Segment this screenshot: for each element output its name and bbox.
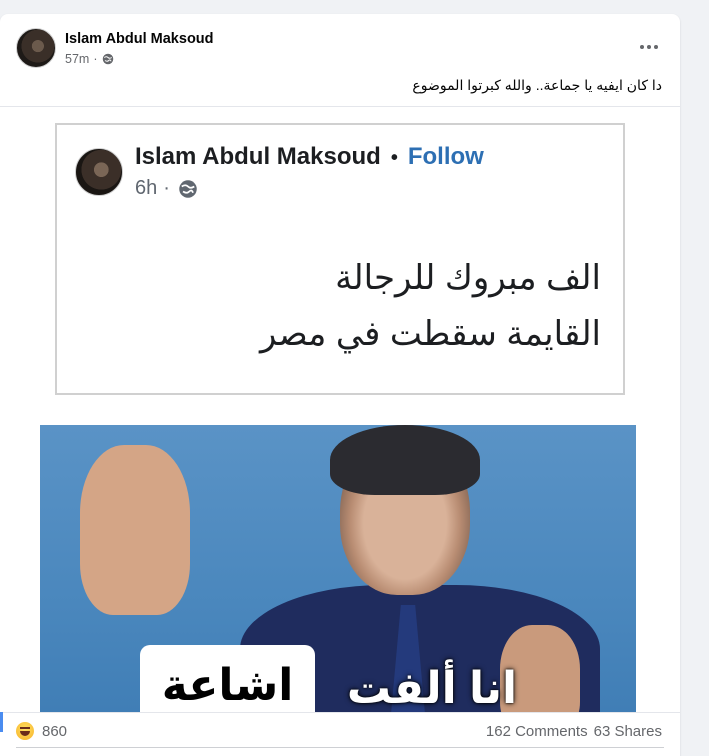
embedded-subline: 6h · (135, 177, 484, 200)
focus-marker (0, 712, 3, 732)
post-header: Islam Abdul Maksoud 57m · (16, 28, 214, 68)
post-card: Islam Abdul Maksoud 57m · دا كان ايفيه ي… (0, 14, 680, 756)
haha-icon (16, 722, 34, 740)
reaction-summary[interactable]: 860 (16, 722, 67, 740)
meme-photo: اشاعة انا ألفت (40, 425, 636, 725)
embedded-bullet: • (390, 147, 398, 169)
embedded-avatar (75, 147, 123, 196)
embedded-line-1: الف مبروك للرجالة (335, 259, 601, 297)
author-avatar[interactable] (16, 28, 56, 68)
comments-count[interactable]: 162 Comments (486, 723, 588, 740)
globe-icon[interactable] (102, 53, 114, 65)
post-meta: Islam Abdul Maksoud 57m · (65, 31, 214, 66)
post-time[interactable]: 57m (65, 52, 89, 66)
embedded-dot: · (163, 177, 170, 199)
post-footer: 860 162 Comments 63 Shares (0, 712, 680, 752)
engagement-stats: 162 Comments 63 Shares (486, 723, 662, 740)
embedded-time: 6h (135, 177, 158, 199)
post-media[interactable]: Islam Abdul Maksoud • Follow 6h · الف مب… (0, 106, 680, 725)
separator-dot: · (93, 51, 98, 66)
raised-hand (80, 445, 190, 615)
embedded-author-name: Islam Abdul Maksoud (135, 143, 381, 170)
figure-hair (330, 425, 480, 495)
embedded-line-2: القايمة سقطت في مصر (259, 315, 601, 353)
embedded-globe-icon (179, 179, 197, 198)
post-subline: 57m · (65, 52, 214, 66)
embedded-post-text: الف مبروك للرجالة القايمة سقطت في مصر (260, 250, 601, 362)
shares-count[interactable]: 63 Shares (594, 723, 662, 740)
embedded-meta: Islam Abdul Maksoud • Follow 6h · (135, 143, 484, 200)
embedded-follow-label: Follow (407, 143, 484, 170)
embedded-screenshot: Islam Abdul Maksoud • Follow 6h · الف مب… (55, 123, 625, 395)
embedded-name-row: Islam Abdul Maksoud • Follow (135, 143, 484, 171)
post-caption: دا كان ايفيه يا جماعة.. والله كبرتوا الم… (412, 77, 662, 93)
author-name[interactable]: Islam Abdul Maksoud (65, 31, 214, 47)
embedded-header: Islam Abdul Maksoud • Follow 6h · (75, 143, 484, 200)
footer-divider (16, 747, 664, 748)
more-options-icon[interactable] (638, 36, 660, 58)
reaction-count: 860 (42, 722, 68, 740)
